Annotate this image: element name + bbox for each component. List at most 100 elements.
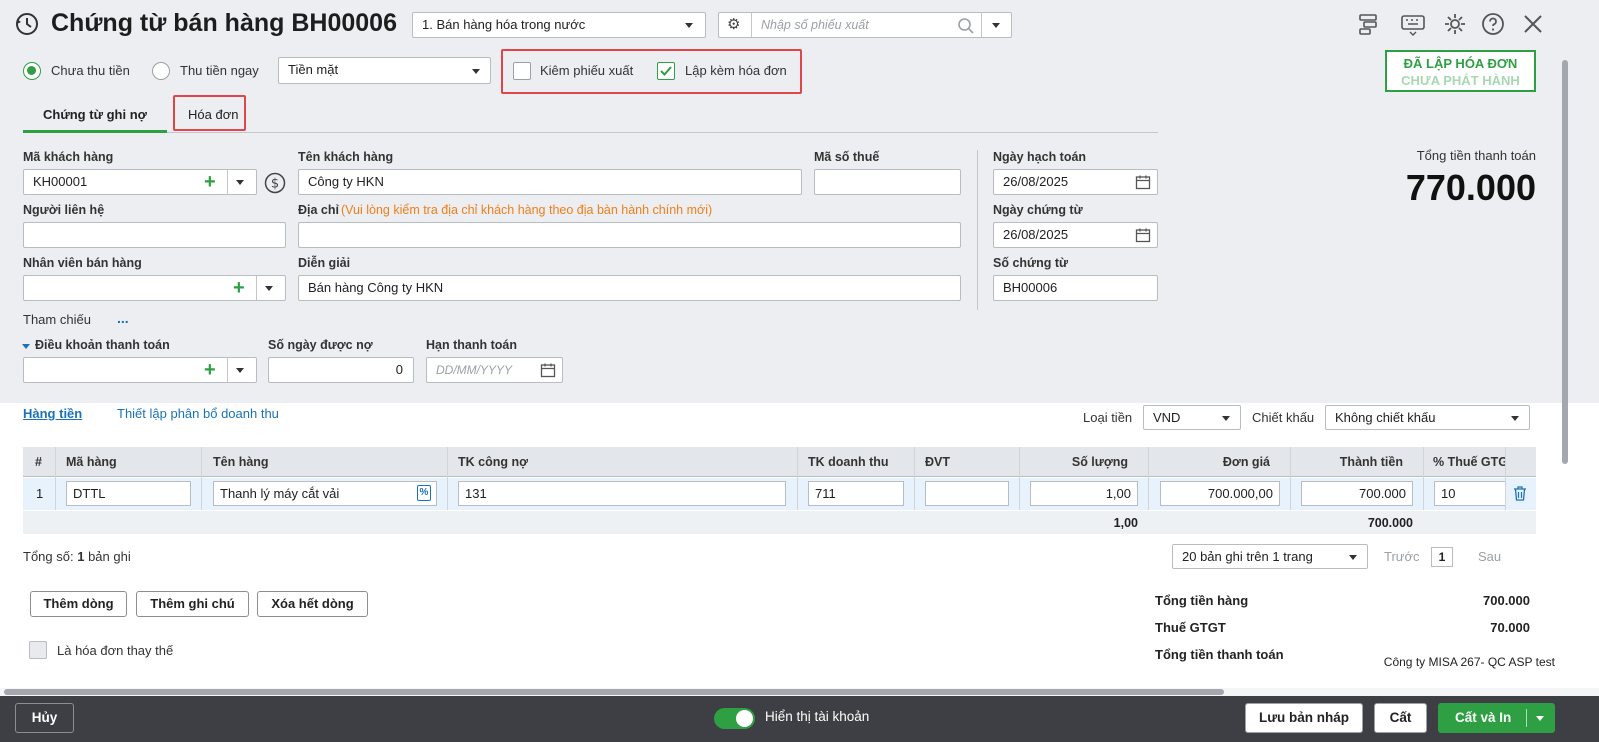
- cancel-button[interactable]: Hủy: [15, 703, 74, 733]
- customer-code-value: KH00001: [33, 174, 88, 189]
- debt-days-field[interactable]: 0: [268, 357, 414, 383]
- delete-all-rows-button[interactable]: Xóa hết dòng: [257, 591, 368, 617]
- row-quantity-input[interactable]: 1,00: [1030, 481, 1138, 506]
- page-size-value: 20 bản ghi trên 1 trang: [1182, 549, 1313, 564]
- customer-code-field[interactable]: KH00001 +: [23, 169, 257, 195]
- chevron-down-icon[interactable]: [265, 286, 273, 291]
- reference-more-link[interactable]: ...: [117, 310, 129, 326]
- add-row-button[interactable]: Thêm dòng: [30, 591, 127, 617]
- total-payment-value: 770.000: [1405, 167, 1536, 208]
- show-account-toggle[interactable]: [714, 708, 755, 729]
- salesperson-label: Nhân viên bán hàng: [23, 256, 142, 270]
- close-icon[interactable]: [1521, 12, 1545, 36]
- due-date-field[interactable]: DD/MM/YYYY: [426, 357, 563, 383]
- percent-icon[interactable]: %: [417, 485, 431, 501]
- col-name: Tên hàng: [213, 455, 269, 469]
- keyboard-icon[interactable]: [1400, 12, 1426, 36]
- tab-debt-voucher[interactable]: Chứng từ ghi nợ: [43, 107, 147, 122]
- voucher-no-field[interactable]: BH00006: [993, 275, 1158, 301]
- add-icon[interactable]: +: [204, 360, 216, 380]
- chevron-down-icon[interactable]: [236, 180, 244, 185]
- add-icon[interactable]: +: [204, 172, 216, 192]
- history-icon[interactable]: [14, 11, 40, 37]
- chevron-down-icon[interactable]: [992, 23, 1000, 28]
- unpaid-label: Chưa thu tiền: [51, 63, 130, 78]
- add-note-button[interactable]: Thêm ghi chú: [136, 591, 249, 617]
- export-search-input[interactable]: Nhập số phiếu xuất: [761, 13, 869, 37]
- with-export-checkbox[interactable]: [513, 62, 531, 80]
- col-debt-account: TK công nợ: [458, 455, 528, 469]
- currency-select[interactable]: VND: [1143, 405, 1241, 430]
- calendar-icon[interactable]: [1135, 227, 1151, 243]
- row-code-input[interactable]: DTTL: [66, 481, 191, 506]
- collapse-icon[interactable]: [22, 344, 30, 349]
- due-date-label: Hạn thanh toán: [426, 338, 517, 352]
- dollar-icon[interactable]: $: [264, 172, 286, 194]
- trash-icon[interactable]: [1512, 485, 1528, 502]
- row-name-value: Thanh lý máy cắt vải: [220, 486, 340, 501]
- payment-terms-field[interactable]: +: [23, 357, 257, 383]
- save-print-label: Cất và In: [1455, 710, 1512, 725]
- contact-field[interactable]: [23, 222, 286, 248]
- currency-label: Loại tiền: [1083, 410, 1133, 425]
- svg-text:$: $: [271, 177, 279, 192]
- due-date-placeholder: DD/MM/YYYY: [436, 363, 513, 377]
- salesperson-field[interactable]: +: [23, 275, 286, 301]
- voucher-date-field[interactable]: 26/08/2025: [993, 222, 1158, 248]
- settings-icon[interactable]: [1443, 12, 1467, 36]
- calendar-icon[interactable]: [1135, 174, 1151, 190]
- gear-small-icon: ⚙: [727, 16, 741, 33]
- horizontal-scrollbar[interactable]: [4, 689, 1224, 695]
- help-icon[interactable]: [1481, 12, 1505, 36]
- col-quantity: Số lượng: [1071, 455, 1128, 469]
- row-amount-input[interactable]: 700.000: [1301, 481, 1413, 506]
- payment-method-select[interactable]: Tiền mặt: [278, 57, 491, 84]
- address-field[interactable]: [298, 222, 961, 248]
- footer-quantity-total: 1,00: [1113, 516, 1138, 530]
- tab-goods[interactable]: Hàng tiền: [23, 406, 82, 421]
- customer-name-field[interactable]: Công ty HKN: [298, 169, 802, 195]
- unpaid-radio[interactable]: [23, 62, 41, 80]
- search-icon[interactable]: [957, 17, 975, 35]
- vertical-scrollbar[interactable]: [1562, 60, 1568, 464]
- row-debt-account-input[interactable]: 131: [458, 481, 786, 506]
- check-icon: [660, 66, 672, 76]
- paid-now-radio[interactable]: [152, 62, 170, 80]
- tab-revenue-allocation[interactable]: Thiết lập phân bổ doanh thu: [117, 406, 279, 421]
- page-title: Chứng từ bán hàng BH00006: [51, 9, 397, 37]
- save-print-button[interactable]: Cất và In: [1438, 703, 1555, 733]
- current-page[interactable]: 1: [1431, 547, 1453, 567]
- chevron-down-icon[interactable]: [236, 368, 244, 373]
- row-unit-input[interactable]: [925, 481, 1009, 506]
- total-payment-label: Tổng tiền thanh toán: [1416, 148, 1536, 163]
- posting-date-field[interactable]: 26/08/2025: [993, 169, 1158, 195]
- discount-select[interactable]: Không chiết khấu: [1325, 405, 1530, 430]
- footer-amount-total: 700.000: [1367, 516, 1413, 530]
- layout-icon[interactable]: [1356, 12, 1380, 36]
- row-price-input[interactable]: 700.000,00: [1160, 481, 1280, 506]
- row-vat-input[interactable]: 10: [1434, 481, 1505, 506]
- col-no: #: [35, 455, 42, 469]
- sale-type-value: 1. Bán hàng hóa trong nước: [422, 17, 586, 32]
- page-size-select[interactable]: 20 bản ghi trên 1 trang: [1172, 544, 1368, 569]
- save-button[interactable]: Cất: [1374, 703, 1427, 733]
- chevron-down-icon[interactable]: [1536, 716, 1544, 721]
- prev-page-button[interactable]: Trước: [1384, 549, 1420, 564]
- posting-date-value: 26/08/2025: [1003, 174, 1069, 189]
- row-revenue-account-input[interactable]: 711: [808, 481, 904, 506]
- export-voucher-search[interactable]: ⚙ Nhập số phiếu xuất: [718, 12, 1012, 38]
- replacement-invoice-checkbox[interactable]: [29, 641, 47, 659]
- chevron-down-icon: [1222, 416, 1230, 421]
- tax-code-field[interactable]: [814, 169, 961, 195]
- chevron-down-icon: [1511, 416, 1519, 421]
- sale-type-select[interactable]: 1. Bán hàng hóa trong nước: [412, 12, 706, 38]
- description-field[interactable]: Bán hàng Công ty HKN: [298, 275, 961, 301]
- row-name-input[interactable]: Thanh lý máy cắt vải %: [213, 481, 437, 506]
- calendar-icon[interactable]: [540, 362, 556, 378]
- next-page-button[interactable]: Sau: [1478, 549, 1501, 564]
- with-invoice-checkbox[interactable]: [657, 62, 675, 80]
- add-icon[interactable]: +: [233, 278, 245, 298]
- save-draft-button[interactable]: Lưu bản nháp: [1245, 703, 1363, 733]
- paid-now-label: Thu tiền ngay: [180, 63, 259, 78]
- voucher-date-value: 26/08/2025: [1003, 227, 1069, 242]
